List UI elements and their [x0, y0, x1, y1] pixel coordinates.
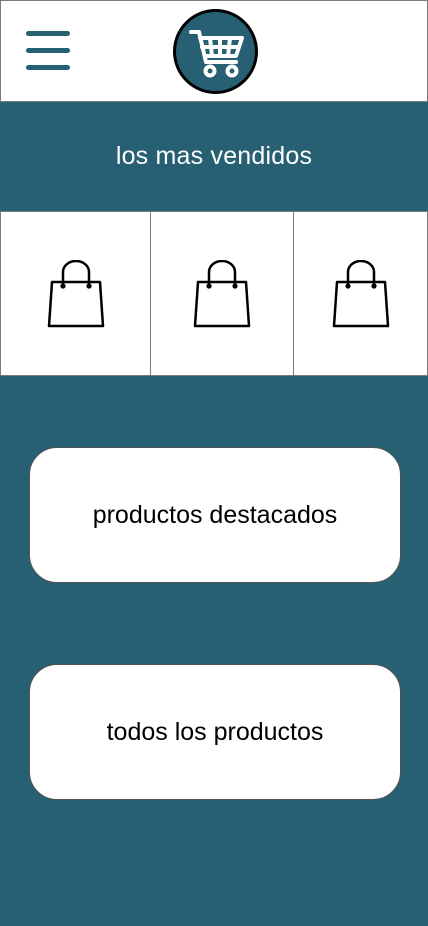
all-products-label: todos los productos	[106, 717, 324, 746]
shopping-bag-icon	[47, 259, 104, 327]
all-products-button[interactable]: todos los productos	[29, 664, 401, 800]
shopping-bag-icon	[332, 259, 390, 327]
bestsellers-grid	[0, 211, 428, 376]
shopping-bag-icon	[193, 259, 251, 327]
bestseller-item-3[interactable]	[293, 212, 428, 375]
bestsellers-banner: los mas vendidos	[0, 102, 428, 211]
app-header	[0, 0, 428, 102]
bestseller-item-1[interactable]	[1, 212, 150, 375]
hamburger-menu-icon[interactable]	[26, 31, 70, 73]
logo[interactable]	[173, 9, 258, 94]
banner-title: los mas vendidos	[115, 142, 313, 170]
shopping-cart-icon	[189, 30, 244, 78]
bestseller-item-2[interactable]	[150, 212, 293, 375]
featured-products-button[interactable]: productos destacados	[29, 447, 401, 583]
featured-products-label: productos destacados	[92, 500, 338, 529]
